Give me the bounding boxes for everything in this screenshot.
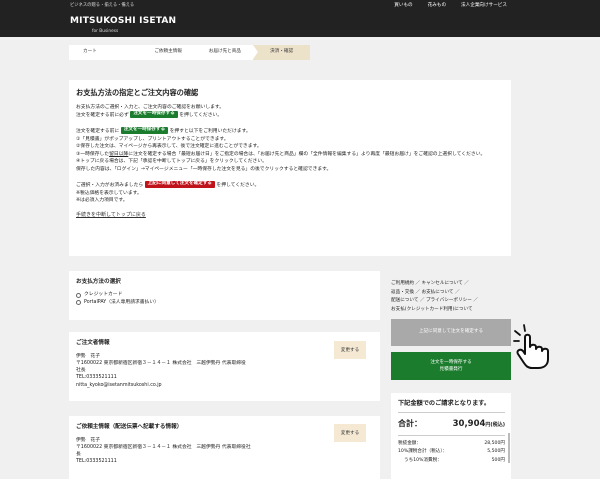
instruction-text: を押すと以下をご利用いただけます。 <box>169 129 251 134</box>
radio-icon[interactable] <box>76 300 81 306</box>
instruction-line: 保存した内容は、「ログイン」→マイページメニュー「一時保存した注文を見る」の後で… <box>76 166 332 172</box>
step-requester: ご依頼主情報 <box>139 45 202 60</box>
order-summary: 下記金額でのご請求となります。 合計： 30,904円(税込) 税抜金額： 28… <box>391 393 511 479</box>
radio-icon[interactable] <box>76 292 81 298</box>
policy-links-line[interactable]: お支払(クレジットカード利用)について <box>391 307 473 312</box>
instruction-line: 注文を確定する前に必ず 注文を一時保存する を押してください。 <box>76 111 504 119</box>
nav-link-flowers[interactable]: 花みもの <box>428 3 446 9</box>
total-unit: 円(税込) <box>485 422 505 429</box>
instruction-line: ②保存した注文は、マイページから再表示して、後で注文確定に進むことができます。 <box>76 144 262 150</box>
summary-row: 10%課税合計（税込）： 5,500円 <box>398 448 505 457</box>
payment-method-panel: お支払方法の選択 クレジットカード PortalPAY（法人専用請求書払い） <box>69 271 380 320</box>
instruction-line: ③一時保存した留日以降に注文を確定する場合「最短お届け日」をご指定の場合は、「お… <box>76 151 504 159</box>
payment-option-portalpay[interactable]: PortalPAY（法人専用請求書払い） <box>76 299 373 307</box>
required-note: ※は必須入力項目です。 <box>76 198 128 204</box>
summary-row-label: 税抜金額： <box>398 440 421 446</box>
brand-logo[interactable]: MITSUKOSHI ISETAN <box>70 15 176 27</box>
step-cart: カート <box>69 45 145 60</box>
pointer-hand-icon <box>513 324 549 369</box>
summary-row-value: 5,500円 <box>487 449 505 455</box>
instruction-text: を押してください。 <box>216 182 260 188</box>
instruction-line: 注文を確定する前に 注文を一時保存する を押すと以下をご利用いただけます。 <box>76 127 504 135</box>
requester-address-cont: 長 <box>76 452 81 458</box>
summary-row: 税抜金額： 28,500円 <box>398 440 505 449</box>
instruction-text: に注文を確定する場合「最短お届け日」をご指定の場合は、「お届け先と商品」欄の「全… <box>128 151 486 157</box>
checkout-steps: カート ご依頼主情報 お届け先と商品 決済・確認 <box>69 45 310 60</box>
back-to-top-link[interactable]: 手続きを中断してトップに戻る <box>76 212 146 219</box>
payment-option-credit[interactable]: クレジットカード <box>76 292 373 300</box>
top-header: ビジネスの贈る・揃える・備える MITSUKOSHI ISETAN for Bu… <box>0 0 600 37</box>
temp-save-quote-button[interactable]: 注文を一時保存する 見積書発行 <box>391 352 511 380</box>
instruction-text: ③一時保存した <box>76 151 110 157</box>
confirm-order-button[interactable]: 上記に同意して注文を確定する <box>391 319 511 346</box>
requester-title: ご依頼主情報（配送伝票へ記載する情報） <box>76 424 183 430</box>
payment-title: お支払方法の選択 <box>76 279 121 285</box>
top-nav: 買いもの 花みもの 法人企業向けサービス <box>394 3 507 9</box>
quote-label: 見積書発行 <box>439 367 463 372</box>
summary-row-label: 10%課税合計（税込）： <box>398 449 448 455</box>
instruction-underline: 留日以降 <box>109 151 129 157</box>
summary-row-value: 28,500円 <box>484 440 505 446</box>
policy-links-line[interactable]: 返品・交換 ／ お支払について ／ <box>391 290 460 295</box>
summary-row: うち10%消費税： 500円 <box>398 457 505 466</box>
policy-links-line[interactable]: ご利用規約 ／ キャンセルについて ／ <box>391 281 469 286</box>
instruction-text: 注文を確定する前に <box>76 129 120 134</box>
requester-name: 伊勢 花子 <box>76 437 100 443</box>
orderer-name: 伊勢 花子 <box>76 353 100 359</box>
requester-tel: TEL:0333521111 <box>76 459 117 465</box>
summary-row-label: うち10%消費税： <box>404 457 442 463</box>
temp-save-inline-button[interactable]: 注文を一時保存する <box>130 111 178 118</box>
payment-option-label: PortalPAY（法人専用請求書払い） <box>84 299 159 305</box>
summary-scrollbar[interactable] <box>508 433 510 463</box>
instruction-text: を押してください。 <box>179 113 223 119</box>
policy-links-line[interactable]: 配送について ／ プライバシーポリシー ／ <box>391 298 478 303</box>
total-row: 合計： 30,904円(税込) <box>398 419 505 436</box>
orderer-tel: TEL:0333521111 <box>76 375 117 381</box>
nav-link-shopping[interactable]: 買いもの <box>394 3 412 9</box>
requester-address: 〒1600022 東京都新宿区新宿３－１４－１ 株式会社 三越伊勢丹 代表取締役… <box>76 444 251 450</box>
instruction-text: ご選択・入力がお済みましたら <box>76 182 144 188</box>
brand-subtitle: for Business <box>92 29 119 34</box>
total-label: 合計： <box>398 419 422 429</box>
total-amount: 30,904 <box>452 419 486 430</box>
summary-heading: 下記金額でのご請求となります。 <box>398 400 505 414</box>
orderer-title: ご注文者情報 <box>76 340 110 346</box>
confirmation-panel: お支払方法の指定とご注文内容の確認 お支払方法のご選択・入力と、ご注文内容のご確… <box>69 80 511 256</box>
nav-link-corporate[interactable]: 法人企業向けサービス <box>461 3 507 9</box>
page-title: お支払方法の指定とご注文内容の確認 <box>76 88 199 97</box>
instruction-line: ④トップに戻る場合は、下記「承認を中断してトップに戻る」をクリックしてください。 <box>76 159 267 165</box>
confirm-inline-button[interactable]: 上記に同意して注文を確定する <box>144 181 215 188</box>
step-payment-confirm: 決済・確認 <box>253 45 310 60</box>
temp-save-label: 注文を一時保存する <box>430 360 472 365</box>
summary-row-value: 500円 <box>491 457 505 463</box>
instruction-text: 注文を確定する前に必ず <box>76 113 129 119</box>
instruction-line: ご選択・入力がお済みましたら 上記に同意して注文を確定する を押してください。 <box>76 181 504 189</box>
policy-links: ご利用規約 ／ キャンセルについて ／ 返品・交換 ／ お支払について ／ 配送… <box>391 280 511 314</box>
orderer-info-panel: ご注文者情報 伊勢 花子 〒1600022 東京都新宿区新宿３－１４－１ 株式会… <box>69 332 380 401</box>
total-value: 30,904円(税込) <box>453 419 505 430</box>
change-orderer-button[interactable]: 変更する <box>334 341 366 359</box>
change-requester-button[interactable]: 変更する <box>334 424 366 442</box>
step-delivery: お届け先と商品 <box>196 45 258 60</box>
payment-option-label: クレジットカード <box>84 292 123 298</box>
orderer-email: nitta_kyoko@isetanmitsukoshi.co.jp <box>76 382 162 388</box>
instruction-line: ①「見積書」がポップアップし、プリントアウトすることができます。 <box>76 136 229 142</box>
orderer-address: 〒1600022 東京都新宿区新宿３－１４－１ 株式会社 三越伊勢丹 代表取締役 <box>76 360 246 366</box>
requester-info-panel: ご依頼主情報（配送伝票へ記載する情報） 伊勢 花子 〒1600022 東京都新宿… <box>69 416 380 479</box>
tax-note: ※税込価格を表示しています。 <box>76 190 142 196</box>
site-tagline: ビジネスの贈る・揃える・備える <box>70 3 135 8</box>
orderer-address-cont: 社長 <box>76 368 86 374</box>
temp-save-inline-button-2[interactable]: 注文を一時保存する <box>120 127 169 134</box>
instructions: お支払方法のご選択・入力と、ご注文内容のご確認をお願いします。 注文を確定する前… <box>76 104 504 205</box>
